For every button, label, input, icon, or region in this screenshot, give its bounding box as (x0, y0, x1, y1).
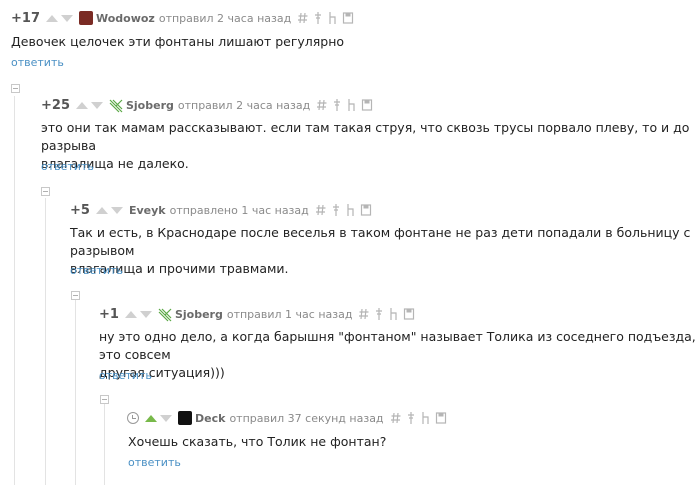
comment-timestamp[interactable]: отправил 2 часа назад (159, 12, 291, 25)
upvote-icon[interactable] (95, 206, 108, 214)
comment-rating: +25 (41, 97, 70, 113)
comment-header: +5 Eveyk отправлено 1 час назад (70, 200, 375, 220)
comment-timestamp[interactable]: отправлено 1 час назад (170, 204, 309, 217)
parent-icon[interactable] (420, 411, 432, 425)
upvote-icon[interactable] (124, 310, 137, 318)
comment-text-line: Так и есть, в Краснодаре после веселья в… (70, 225, 691, 258)
reply-link[interactable]: ответить (99, 369, 152, 382)
collapse-toggle[interactable] (11, 84, 20, 93)
upvote-icon[interactable] (75, 101, 88, 109)
avatar[interactable] (109, 98, 123, 113)
downvote-icon[interactable] (60, 14, 73, 22)
thread-line (75, 300, 76, 485)
save-icon[interactable] (435, 411, 447, 425)
hash-icon[interactable] (315, 203, 327, 217)
comment-text: Девочек целочек эти фонтаны лишают регул… (11, 34, 345, 49)
downvote-icon[interactable] (110, 206, 123, 214)
comments-thread: +17 Wodowoz отправил 2 часа назад Девоче… (0, 0, 700, 485)
comment-header: +25 Sjoberg отправил 2 часа назад (41, 95, 376, 115)
comment-rating: +17 (11, 10, 40, 26)
comment-author[interactable]: Wodowoz (96, 12, 155, 25)
avatar[interactable] (78, 11, 93, 25)
upvote-icon[interactable] (45, 14, 58, 22)
hash-icon[interactable] (297, 11, 309, 25)
comment-text: Так и есть, в Краснодаре после веселья в… (70, 224, 700, 278)
comment-text: Хочешь сказать, что Толик не фонтан? (128, 434, 387, 449)
reply-link[interactable]: ответить (128, 456, 181, 469)
pin-icon[interactable] (405, 411, 417, 425)
comment-timestamp[interactable]: отправил 2 часа назад (178, 99, 310, 112)
parent-icon[interactable] (345, 203, 357, 217)
comment-timestamp[interactable]: отправил 1 час назад (227, 308, 353, 321)
comment-text: это они так мамам рассказывают. если там… (41, 119, 700, 173)
avatar[interactable] (178, 411, 192, 425)
pin-icon[interactable] (331, 98, 343, 112)
thread-line (104, 404, 105, 485)
reply-link[interactable]: ответить (70, 264, 123, 277)
comment-author[interactable]: Sjoberg (126, 99, 174, 112)
comment-text-line: это они так мамам рассказывают. если там… (41, 120, 690, 153)
comment-text-line: влагалища и прочими травмами. (70, 261, 289, 276)
pin-icon[interactable] (373, 307, 385, 321)
hash-icon[interactable] (390, 411, 402, 425)
comment-text: ну это одно дело, а когда барышня "фонта… (99, 328, 700, 382)
collapse-toggle[interactable] (71, 291, 80, 300)
comment-header: Deck отправил 37 секунд назад (127, 408, 450, 428)
reply-link[interactable]: ответить (41, 160, 94, 173)
comment-rating: +1 (99, 306, 119, 322)
avatar[interactable] (158, 307, 172, 322)
save-icon[interactable] (403, 307, 415, 321)
collapse-toggle[interactable] (100, 395, 109, 404)
parent-icon[interactable] (388, 307, 400, 321)
comment-author[interactable]: Deck (195, 412, 225, 425)
parent-icon[interactable] (346, 98, 358, 112)
comment-text-line: ну это одно дело, а когда барышня "фонта… (99, 329, 696, 362)
downvote-icon[interactable] (139, 310, 152, 318)
hash-icon[interactable] (316, 98, 328, 112)
upvote-icon[interactable] (145, 414, 157, 422)
comment-header: +17 Wodowoz отправил 2 часа назад (11, 8, 357, 28)
reply-link[interactable]: ответить (11, 56, 64, 69)
comment-timestamp[interactable]: отправил 37 секунд назад (229, 412, 383, 425)
save-icon[interactable] (342, 11, 354, 25)
comment-author[interactable]: Sjoberg (175, 308, 223, 321)
clock-icon (127, 412, 139, 424)
thread-line (45, 198, 46, 485)
comment-text-line: влагалища не далеко. (41, 156, 189, 171)
comment-header: +1 Sjoberg отправил 1 час назад (99, 304, 418, 324)
save-icon[interactable] (360, 203, 372, 217)
pin-icon[interactable] (330, 203, 342, 217)
comment-text-line: другая ситуация))) (99, 365, 225, 380)
pin-icon[interactable] (312, 11, 324, 25)
comment-author[interactable]: Eveyk (129, 204, 166, 217)
save-icon[interactable] (361, 98, 373, 112)
downvote-icon[interactable] (160, 414, 172, 422)
hash-icon[interactable] (358, 307, 370, 321)
thread-line (14, 96, 15, 485)
parent-icon[interactable] (327, 11, 339, 25)
downvote-icon[interactable] (90, 101, 103, 109)
comment-rating: +5 (70, 202, 90, 218)
collapse-toggle[interactable] (41, 187, 50, 196)
